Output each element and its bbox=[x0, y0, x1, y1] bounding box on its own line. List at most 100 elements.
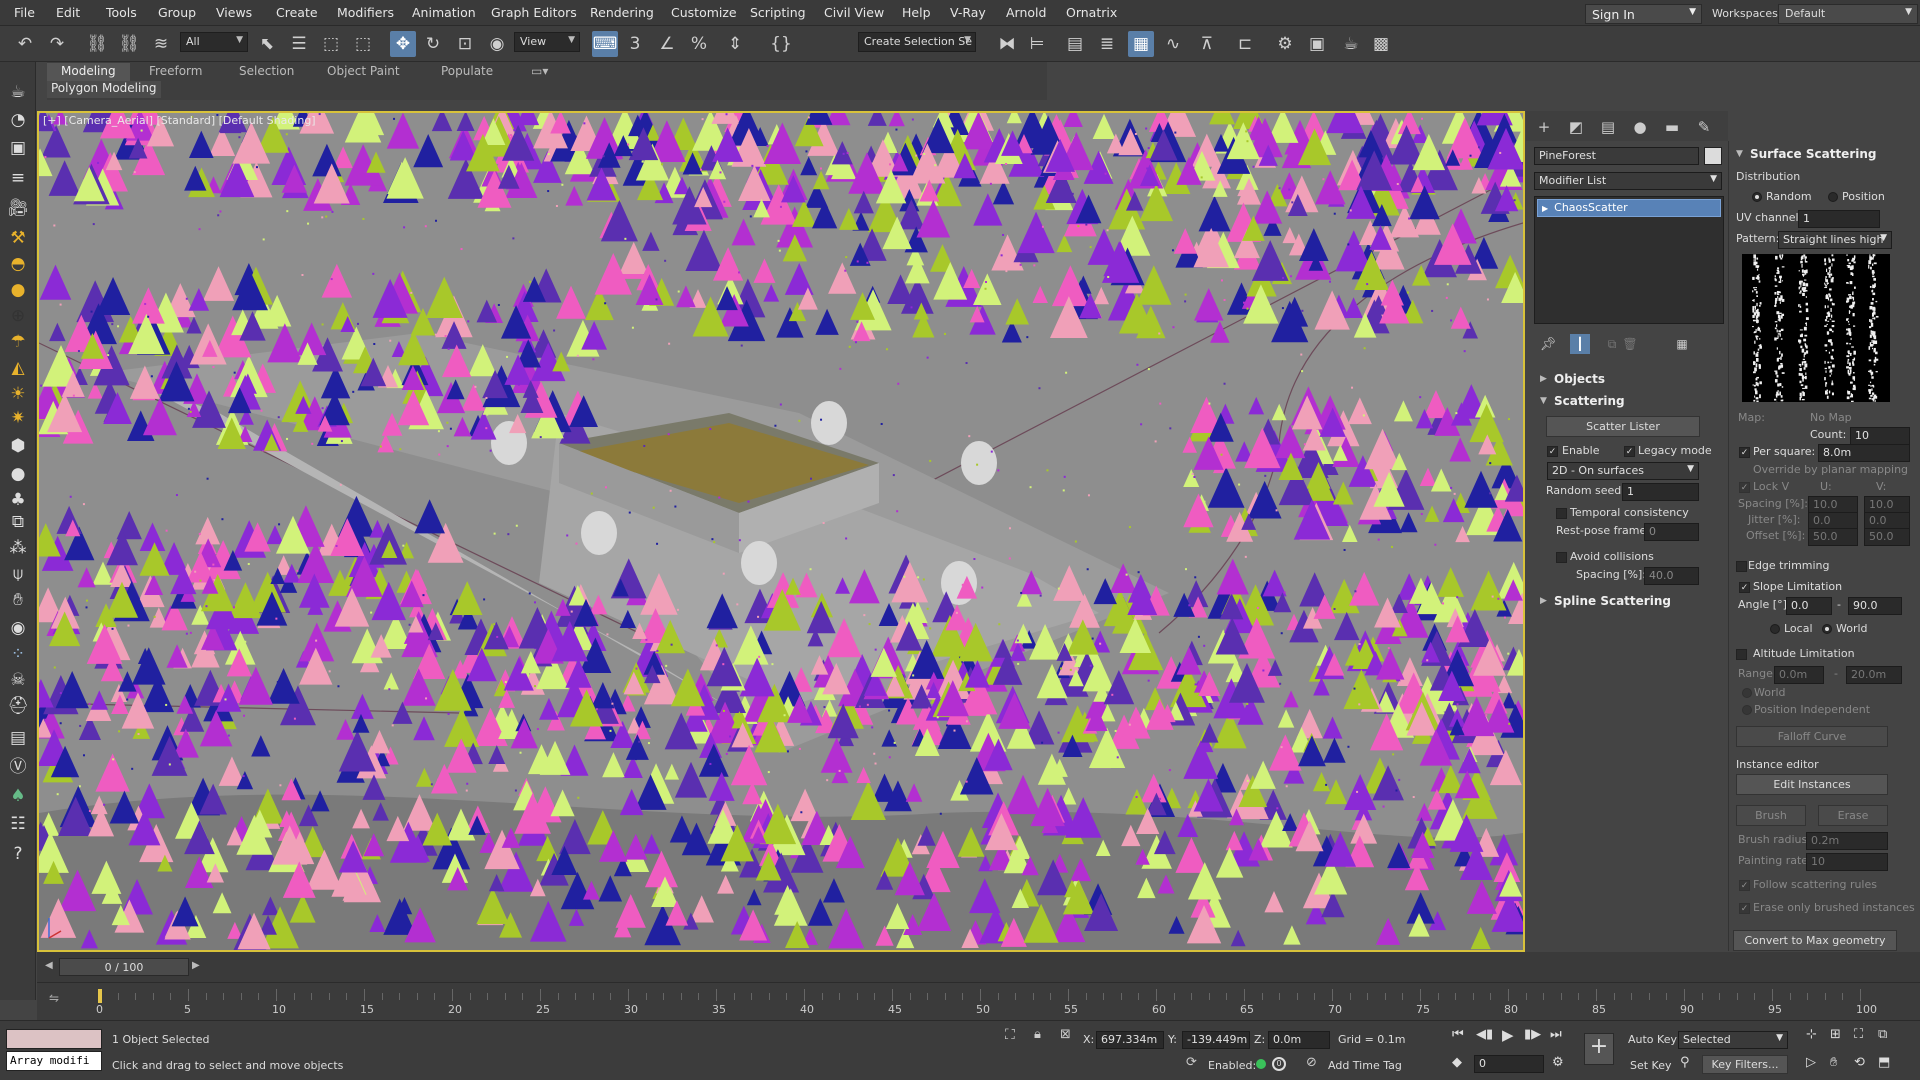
y-coordinate-field[interactable]: -139.449m bbox=[1182, 1031, 1250, 1049]
hand-icon[interactable]: ✋︎ bbox=[6, 588, 30, 612]
ribbon-tab-modeling[interactable]: Modeling bbox=[47, 63, 130, 81]
isolate-selection-icon[interactable]: ⛶ bbox=[1005, 1027, 1015, 1043]
brush-radius-spinner[interactable]: 0.2m bbox=[1806, 832, 1888, 850]
remove-modifier-icon[interactable]: 🗑︎ bbox=[1620, 334, 1640, 354]
render-production-icon[interactable]: ☕ bbox=[1338, 31, 1364, 57]
ribbon-tab-populate[interactable]: Populate bbox=[427, 63, 507, 81]
play-icon[interactable]: ▶ bbox=[1502, 1026, 1514, 1044]
workspaces-dropdown[interactable]: Default ▼ bbox=[1778, 4, 1918, 24]
sun-icon[interactable]: ☀ bbox=[6, 382, 30, 406]
orbit-icon[interactable]: ⟲ bbox=[1854, 1055, 1865, 1070]
menu-graph-editors[interactable]: Graph Editors bbox=[491, 5, 577, 20]
sphere-icon[interactable]: ● bbox=[6, 462, 30, 486]
select-place-icon[interactable]: ◉ bbox=[484, 31, 510, 57]
avoid-collisions-checkbox[interactable] bbox=[1556, 552, 1567, 563]
proxy-icon[interactable]: ⧉ bbox=[6, 510, 30, 534]
enable-checkbox[interactable]: ✓ bbox=[1547, 446, 1558, 457]
helmet-icon[interactable]: ⛑ bbox=[6, 694, 30, 718]
per-square-spinner[interactable]: 8.0m bbox=[1818, 444, 1910, 462]
random-seed-spinner[interactable]: 1 bbox=[1622, 483, 1699, 501]
ribbon-toggle-icon[interactable]: ▦ bbox=[1128, 31, 1154, 57]
skull-icon[interactable]: ☠ bbox=[6, 668, 30, 692]
keyboard-shortcut-icon[interactable]: ⌨ bbox=[592, 31, 618, 57]
ball-icon[interactable]: ◉ bbox=[6, 616, 30, 640]
time-config-icon[interactable]: ⚙ bbox=[1552, 1055, 1564, 1070]
lock-v-checkbox[interactable]: ✓ bbox=[1739, 482, 1750, 493]
menu-help[interactable]: Help bbox=[902, 5, 931, 20]
v-logo-icon[interactable]: Ⓥ bbox=[6, 752, 30, 777]
bind-spacewarp-icon[interactable]: ≋ bbox=[148, 31, 174, 57]
rendered-frame-icon[interactable]: ▣ bbox=[1304, 31, 1330, 57]
menu-modifiers[interactable]: Modifiers bbox=[337, 5, 394, 20]
scatter-icon[interactable]: ⁂ bbox=[6, 536, 30, 560]
maxscript-listener[interactable]: Array modifi bbox=[6, 1051, 102, 1071]
render-setup-icon[interactable]: ⚙ bbox=[1272, 31, 1298, 57]
align-icon[interactable]: ⊨ bbox=[1024, 31, 1050, 57]
reference-coordinate-dropdown[interactable]: View ▼ bbox=[514, 32, 580, 52]
key-filters-button[interactable]: Key Filters... bbox=[1702, 1055, 1788, 1074]
zoom-all-icon[interactable]: ⊞ bbox=[1830, 1027, 1841, 1042]
painting-rate-spinner[interactable]: 10 bbox=[1806, 853, 1888, 871]
maximize-viewport-icon[interactable]: ⬒ bbox=[1878, 1055, 1890, 1070]
angle-max-spinner[interactable]: 90.0 bbox=[1848, 597, 1902, 615]
follow-rules-checkbox[interactable]: ✓ bbox=[1739, 880, 1750, 891]
set-key-big-button[interactable]: + bbox=[1584, 1033, 1614, 1065]
rollout-scattering[interactable]: ▼ Scattering bbox=[1534, 394, 1706, 414]
sphere-select-icon[interactable]: ◔ bbox=[6, 108, 30, 132]
adaptive-degradation-icon[interactable]: ⟳ bbox=[1186, 1055, 1197, 1070]
menu-animation[interactable]: Animation bbox=[412, 5, 476, 20]
x-coordinate-field[interactable]: 697.334m bbox=[1096, 1031, 1164, 1049]
zoom-extents-all-icon[interactable]: ⧉ bbox=[1878, 1027, 1887, 1042]
redo-icon[interactable]: ↷ bbox=[44, 31, 70, 57]
position-radio[interactable] bbox=[1828, 192, 1838, 202]
render-iterative-icon[interactable]: ▩ bbox=[1368, 31, 1394, 57]
menu-create[interactable]: Create bbox=[276, 5, 318, 20]
menu-scripting[interactable]: Scripting bbox=[750, 5, 806, 20]
schematic-view-icon[interactable]: ⊼ bbox=[1194, 31, 1220, 57]
curve-editor-mini-icon[interactable]: ⇋ bbox=[49, 991, 59, 1005]
material-editor-icon[interactable]: ⊏ bbox=[1232, 31, 1258, 57]
sign-in-button[interactable]: Sign In ▼ bbox=[1585, 4, 1702, 24]
target-icon[interactable]: ⊕ bbox=[6, 304, 30, 328]
scatter-lister-button[interactable]: Scatter Lister bbox=[1546, 416, 1700, 437]
edit-named-sel-icon[interactable]: {} bbox=[768, 31, 794, 57]
select-move-icon[interactable]: ✥ bbox=[390, 31, 416, 57]
altitude-world-radio[interactable] bbox=[1742, 688, 1752, 698]
menu-arnold[interactable]: Arnold bbox=[1006, 5, 1046, 20]
motion-tab-icon[interactable]: ● bbox=[1630, 117, 1650, 137]
utilities-tab-icon[interactable]: ✎ bbox=[1694, 117, 1714, 137]
edit-instances-button[interactable]: Edit Instances bbox=[1736, 774, 1888, 795]
viewport-camera[interactable]: [+] [Camera_Aerial] [Standard] [Default … bbox=[37, 111, 1525, 952]
rect-region-icon[interactable]: ⬚ bbox=[318, 31, 344, 57]
window-crossing-icon[interactable]: ⬚ bbox=[350, 31, 376, 57]
position-independent-radio[interactable] bbox=[1742, 705, 1752, 715]
time-tag-icon[interactable]: 0 bbox=[1272, 1057, 1286, 1071]
pan-icon[interactable]: ✋︎ bbox=[1830, 1055, 1837, 1070]
select-rotate-icon[interactable]: ↻ bbox=[420, 31, 446, 57]
object-name-field[interactable]: PineForest bbox=[1534, 147, 1699, 165]
scatter-mode-dropdown[interactable]: 2D - On surfaces ▼ bbox=[1547, 462, 1699, 480]
rollout-surface-scattering[interactable]: ▼ Surface Scattering bbox=[1730, 147, 1918, 167]
dome-light-icon[interactable]: ◓ bbox=[6, 252, 30, 276]
pattern-dropdown[interactable]: Straight lines high ▼ bbox=[1778, 231, 1892, 249]
mirror-icon[interactable]: ⧓ bbox=[994, 31, 1020, 57]
uv-channel-spinner[interactable]: 1 bbox=[1798, 210, 1880, 228]
modifier-stack-item[interactable]: ▶ ChaosScatter bbox=[1537, 199, 1721, 217]
spot-light-icon[interactable]: ◭ bbox=[6, 356, 30, 380]
select-by-name-icon[interactable]: ☰ bbox=[286, 31, 312, 57]
curve-editor-icon[interactable]: ∿ bbox=[1160, 31, 1186, 57]
selection-lock-icon[interactable]: 🔒︎ bbox=[1034, 1027, 1041, 1042]
pin-stack-icon[interactable]: 📌︎ bbox=[1538, 334, 1558, 354]
modifier-list-dropdown[interactable]: Modifier List ▼ bbox=[1534, 172, 1722, 190]
next-key-icon[interactable]: ▮▶ bbox=[1524, 1027, 1541, 1042]
snaps-icon[interactable]: 3 bbox=[622, 31, 648, 57]
undo-icon[interactable]: ↶ bbox=[12, 31, 38, 57]
rest-pose-spinner[interactable]: 0 bbox=[1644, 523, 1699, 541]
edge-trimming-checkbox[interactable] bbox=[1736, 561, 1747, 572]
legacy-mode-checkbox[interactable]: ✓ bbox=[1624, 446, 1635, 457]
prev-frame-icon[interactable]: ◀ bbox=[45, 960, 55, 974]
layers-icon[interactable]: ≡ bbox=[6, 166, 30, 190]
scene-explorer-icon[interactable]: ▤ bbox=[1062, 31, 1088, 57]
selection-filter-dropdown[interactable]: All ▼ bbox=[180, 32, 248, 52]
hierarchy-tab-icon[interactable]: ▤ bbox=[1598, 117, 1618, 137]
